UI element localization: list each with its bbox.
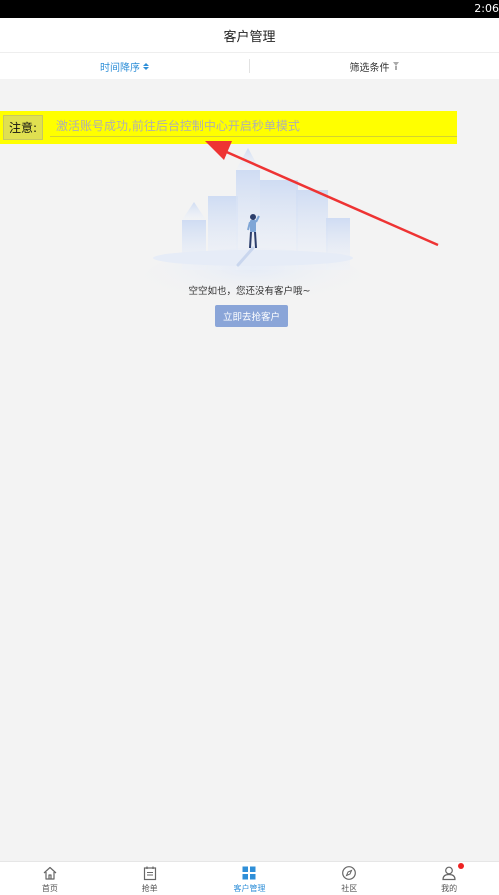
- tab-label-customer-management: 客户管理: [233, 884, 266, 893]
- tab-label-home: 首页: [41, 884, 58, 893]
- app-header: 客户管理: [0, 18, 499, 52]
- tab-home[interactable]: 首页: [0, 862, 100, 895]
- funnel-icon: [392, 62, 400, 70]
- tab-community[interactable]: 社区: [299, 862, 399, 895]
- clipboard-icon: [143, 866, 156, 881]
- notice-label: 注意:: [3, 115, 43, 140]
- empty-state-message: 空空如也，您还没有客户哦~: [188, 286, 311, 297]
- user-icon: [442, 866, 456, 881]
- tab-grab-orders[interactable]: 抢单: [100, 862, 200, 895]
- tab-label-mine: 我的: [441, 884, 458, 893]
- condition-filter-label: 筛选条件: [349, 62, 390, 74]
- tab-label-grab-orders: 抢单: [141, 884, 158, 893]
- notification-badge: [458, 863, 465, 869]
- grid-icon: [242, 866, 256, 880]
- bottom-tab-bar: 首页 抢单 客户管理 社区 我的: [0, 861, 499, 895]
- sort-filter-label: 时间降序: [100, 62, 140, 74]
- tab-mine[interactable]: 我的: [399, 862, 499, 895]
- sort-filter-button[interactable]: 时间降序: [0, 53, 249, 79]
- home-icon: [43, 866, 57, 880]
- compass-icon: [342, 866, 357, 880]
- filter-bar: 时间降序 筛选条件: [0, 52, 499, 79]
- condition-filter-button[interactable]: 筛选条件: [250, 53, 499, 79]
- grab-customers-button[interactable]: 立即去抢客户: [215, 305, 288, 327]
- sort-arrows-icon: [143, 63, 149, 70]
- tab-customer-management[interactable]: 客户管理: [200, 862, 300, 895]
- status-bar: 2:06: [0, 0, 499, 18]
- tab-label-community: 社区: [341, 884, 358, 893]
- page-title: 客户管理: [223, 29, 276, 45]
- status-time: 2:06: [474, 2, 499, 15]
- notice-input[interactable]: [50, 115, 457, 137]
